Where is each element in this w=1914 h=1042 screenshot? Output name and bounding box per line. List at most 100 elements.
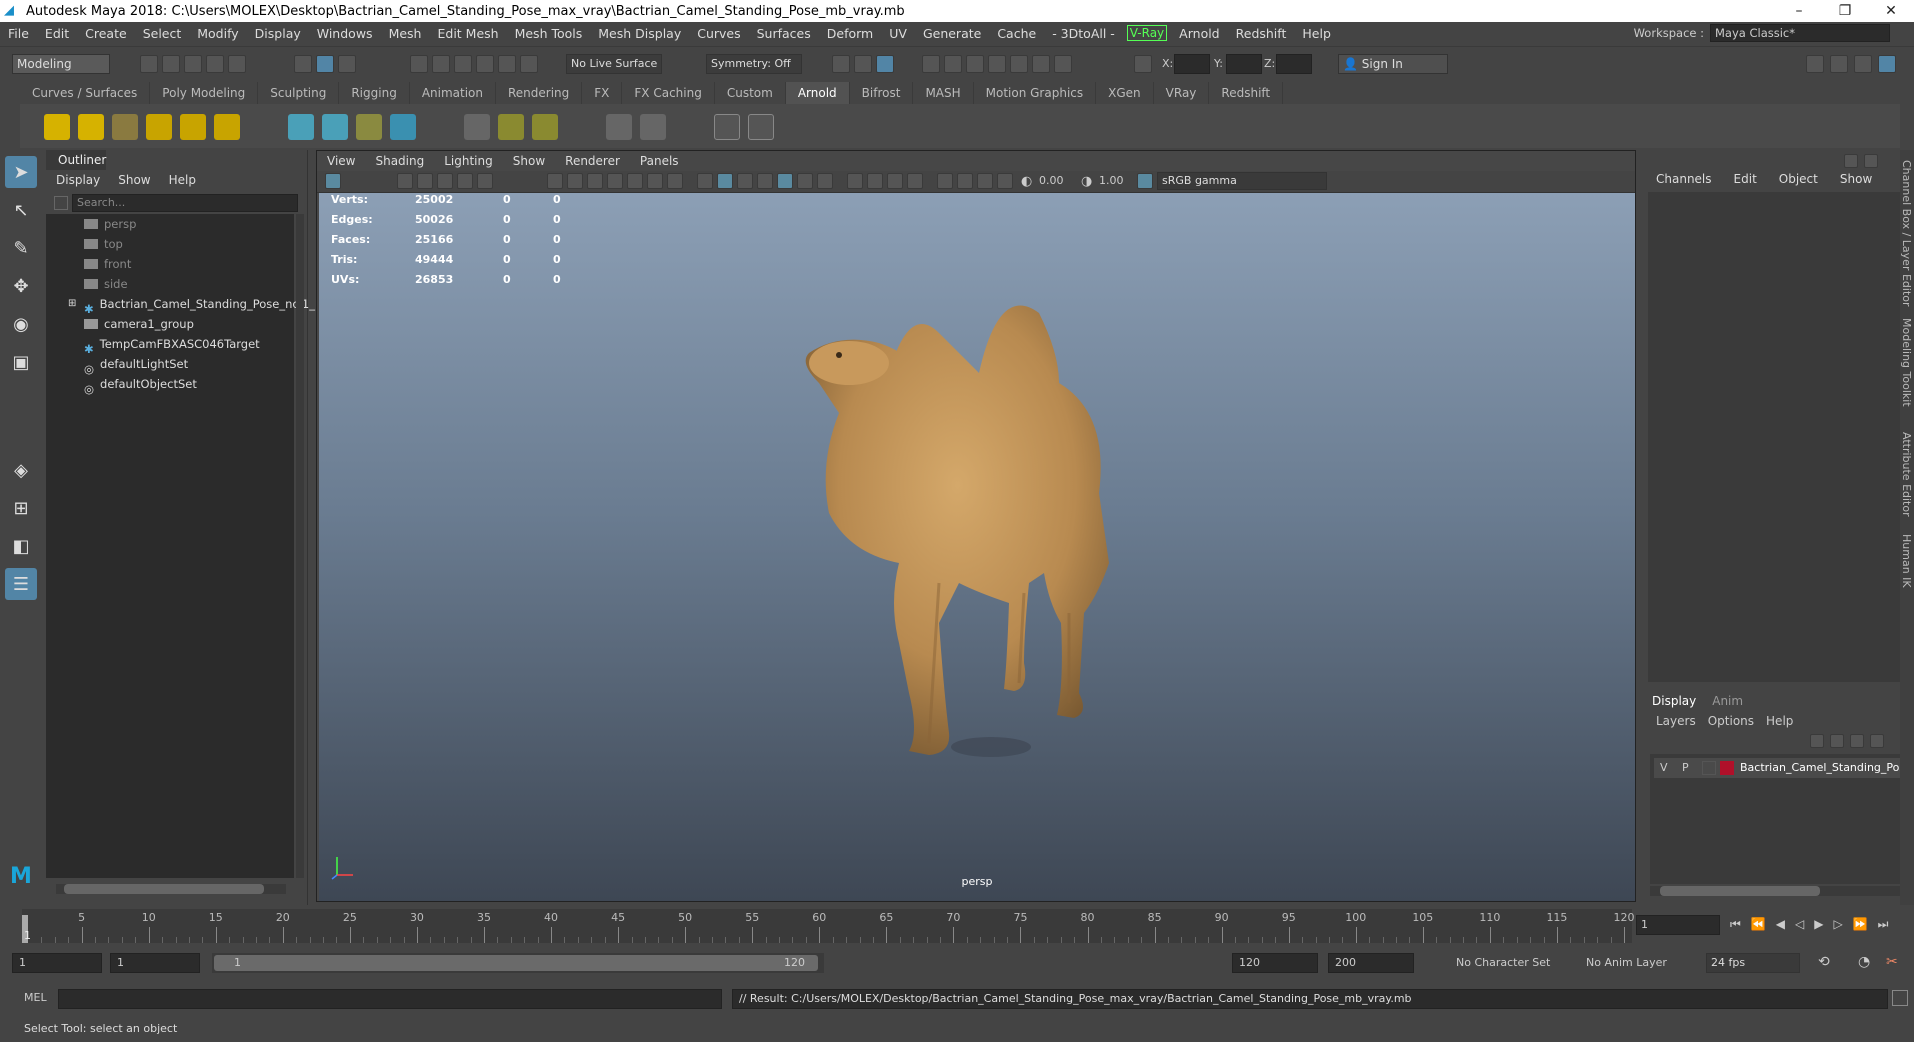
menu-edit-mesh[interactable]: Edit Mesh xyxy=(429,26,506,41)
character-set-dropdown[interactable]: No Character Set xyxy=(1456,956,1550,969)
paint-select-tool-icon[interactable]: ✎ xyxy=(5,232,37,264)
new-layer-selected-icon[interactable] xyxy=(1870,734,1884,748)
list-item[interactable]: ⊞ ✱ Bactrian_Camel_Standing_Pose_ncl1_ xyxy=(68,294,315,316)
menu-cache[interactable]: Cache xyxy=(989,26,1044,41)
menu-mesh-tools[interactable]: Mesh Tools xyxy=(507,26,591,41)
layer-display-type[interactable] xyxy=(1702,761,1716,775)
menu-mesh[interactable]: Mesh xyxy=(381,26,430,41)
wireframe-on-shaded-icon[interactable] xyxy=(757,173,773,189)
hypershade-icon[interactable] xyxy=(944,55,962,73)
menu-mesh-display[interactable]: Mesh Display xyxy=(590,26,689,41)
list-item[interactable]: front xyxy=(84,254,131,274)
color-management-icon[interactable] xyxy=(1137,173,1153,189)
new-layer-icon[interactable] xyxy=(1850,734,1864,748)
outliner-menu-show[interactable]: Show xyxy=(118,170,150,190)
step-back-key-icon[interactable]: ⏪ xyxy=(1751,917,1766,932)
smooth-shade-icon[interactable] xyxy=(717,173,733,189)
skydome-light-icon[interactable] xyxy=(146,114,172,140)
menu-help[interactable]: Help xyxy=(1294,26,1339,41)
2d-pan-zoom-icon[interactable] xyxy=(457,173,473,189)
snap-live-icon[interactable] xyxy=(498,55,516,73)
gamma-field[interactable]: 1.00 xyxy=(1099,174,1124,187)
restore-button[interactable]: ❐ xyxy=(1822,0,1868,22)
menu-generate[interactable]: Generate xyxy=(915,26,989,41)
channel-box-icon[interactable] xyxy=(1878,55,1896,73)
menu-modify[interactable]: Modify xyxy=(189,26,246,41)
tab-display[interactable]: Display xyxy=(1652,694,1696,708)
render-current-icon[interactable] xyxy=(854,55,872,73)
photometric-light-icon[interactable] xyxy=(112,114,138,140)
snap-curve-icon[interactable] xyxy=(432,55,450,73)
transform-mode-icon[interactable] xyxy=(1134,55,1152,73)
search-options-icon[interactable] xyxy=(54,196,68,210)
safe-title-icon[interactable] xyxy=(667,173,683,189)
shelf-tab-vray[interactable]: VRay xyxy=(1154,82,1210,104)
menu-surfaces[interactable]: Surfaces xyxy=(749,26,819,41)
redo-icon[interactable] xyxy=(228,55,246,73)
shelf-tab-sculpting[interactable]: Sculpting xyxy=(258,82,340,104)
textured-icon[interactable] xyxy=(777,173,793,189)
render-play-icon[interactable] xyxy=(748,114,774,140)
mode-selector[interactable]: Modeling xyxy=(12,54,110,74)
channel-box-menu-channels[interactable]: Channels xyxy=(1656,172,1712,186)
open-scene-icon[interactable] xyxy=(162,55,180,73)
layer-move-down-icon[interactable] xyxy=(1830,734,1844,748)
snap-magnet-icon[interactable] xyxy=(520,55,538,73)
film-gate-icon[interactable] xyxy=(567,173,583,189)
snap-point-icon[interactable] xyxy=(454,55,472,73)
outliner-menu-help[interactable]: Help xyxy=(169,170,196,190)
layer-move-up-icon[interactable] xyxy=(1810,734,1824,748)
animation-end-field[interactable]: 200 xyxy=(1328,953,1414,973)
z-field[interactable] xyxy=(1276,54,1312,74)
side-tab-channel-box[interactable]: Channel Box / Layer Editor xyxy=(1900,160,1913,307)
layer-color-swatch[interactable] xyxy=(1720,761,1734,775)
shelf-tab-redshift[interactable]: Redshift xyxy=(1209,82,1284,104)
undo-icon[interactable] xyxy=(206,55,224,73)
depth-of-field-icon[interactable] xyxy=(907,173,923,189)
viewport-menu-renderer[interactable]: Renderer xyxy=(555,151,630,171)
select-by-hierarchy-icon[interactable] xyxy=(294,55,312,73)
ipr-render-icon[interactable] xyxy=(876,55,894,73)
outliner-menu-display[interactable]: Display xyxy=(56,170,100,190)
list-item[interactable]: camera1_group xyxy=(84,314,194,334)
time-ruler[interactable]: 1 5 10 15 20 25 30 35 40 45 50 55 60 65 70 75 80 85 90 95 1… xyxy=(22,909,1635,943)
perspective-viewport[interactable]: Verts: 25002 0 0 Edges: 50026 0 0 Faces: 25166 0… xyxy=(319,193,1635,901)
color-space-dropdown[interactable]: sRGB gamma xyxy=(1157,172,1327,190)
live-surface-field[interactable]: No Live Surface xyxy=(566,54,662,74)
layer-menu-help[interactable]: Help xyxy=(1766,714,1793,728)
play-backwards-icon[interactable]: ◁ xyxy=(1795,917,1804,932)
texture-manager-icon[interactable] xyxy=(464,114,490,140)
mesh-light-icon[interactable] xyxy=(78,114,104,140)
anim-layer-dropdown[interactable]: No Anim Layer xyxy=(1586,956,1667,969)
side-tab-modeling-toolkit[interactable]: Modeling Toolkit xyxy=(1900,318,1913,407)
menu-vray[interactable]: V-Ray xyxy=(1126,25,1168,41)
command-input[interactable] xyxy=(58,989,722,1009)
two-view-layout-icon[interactable]: ◧ xyxy=(5,530,37,562)
menu-windows[interactable]: Windows xyxy=(309,26,381,41)
camera-attributes-icon[interactable] xyxy=(397,173,413,189)
attribute-editor-icon[interactable] xyxy=(1830,55,1848,73)
viewport-menu-shading[interactable]: Shading xyxy=(365,151,434,171)
render-settings-icon[interactable] xyxy=(922,55,940,73)
select-tool-icon[interactable]: ➤ xyxy=(5,156,37,188)
safe-action-icon[interactable] xyxy=(647,173,663,189)
resolution-gate-icon[interactable] xyxy=(587,173,603,189)
side-tab-attribute-editor[interactable]: Attribute Editor xyxy=(1900,432,1913,517)
x-ray-joints-icon[interactable] xyxy=(977,173,993,189)
menu-arnold[interactable]: Arnold xyxy=(1171,26,1227,41)
render-view-icon[interactable] xyxy=(966,55,984,73)
move-tool-icon[interactable]: ✥ xyxy=(5,270,37,302)
shelf-tab-motion-graphics[interactable]: Motion Graphics xyxy=(974,82,1097,104)
range-slider-track[interactable]: 1 120 xyxy=(212,953,824,973)
play-forwards-icon[interactable]: ▶ xyxy=(1814,917,1823,932)
list-item[interactable]: ◎ defaultLightSet xyxy=(84,354,188,376)
gate-mask-icon[interactable] xyxy=(607,173,623,189)
shelf-tab-rigging[interactable]: Rigging xyxy=(339,82,410,104)
playback-start-field[interactable]: 1 xyxy=(110,953,200,973)
channel-box-menu-edit[interactable]: Edit xyxy=(1734,172,1757,186)
channel-box-menu-object[interactable]: Object xyxy=(1779,172,1818,186)
render-sequence-icon[interactable] xyxy=(988,55,1006,73)
script-language-label[interactable]: MEL xyxy=(24,991,47,1004)
shelf-tab-rendering[interactable]: Rendering xyxy=(496,82,583,104)
tool-settings-icon[interactable] xyxy=(1854,55,1872,73)
